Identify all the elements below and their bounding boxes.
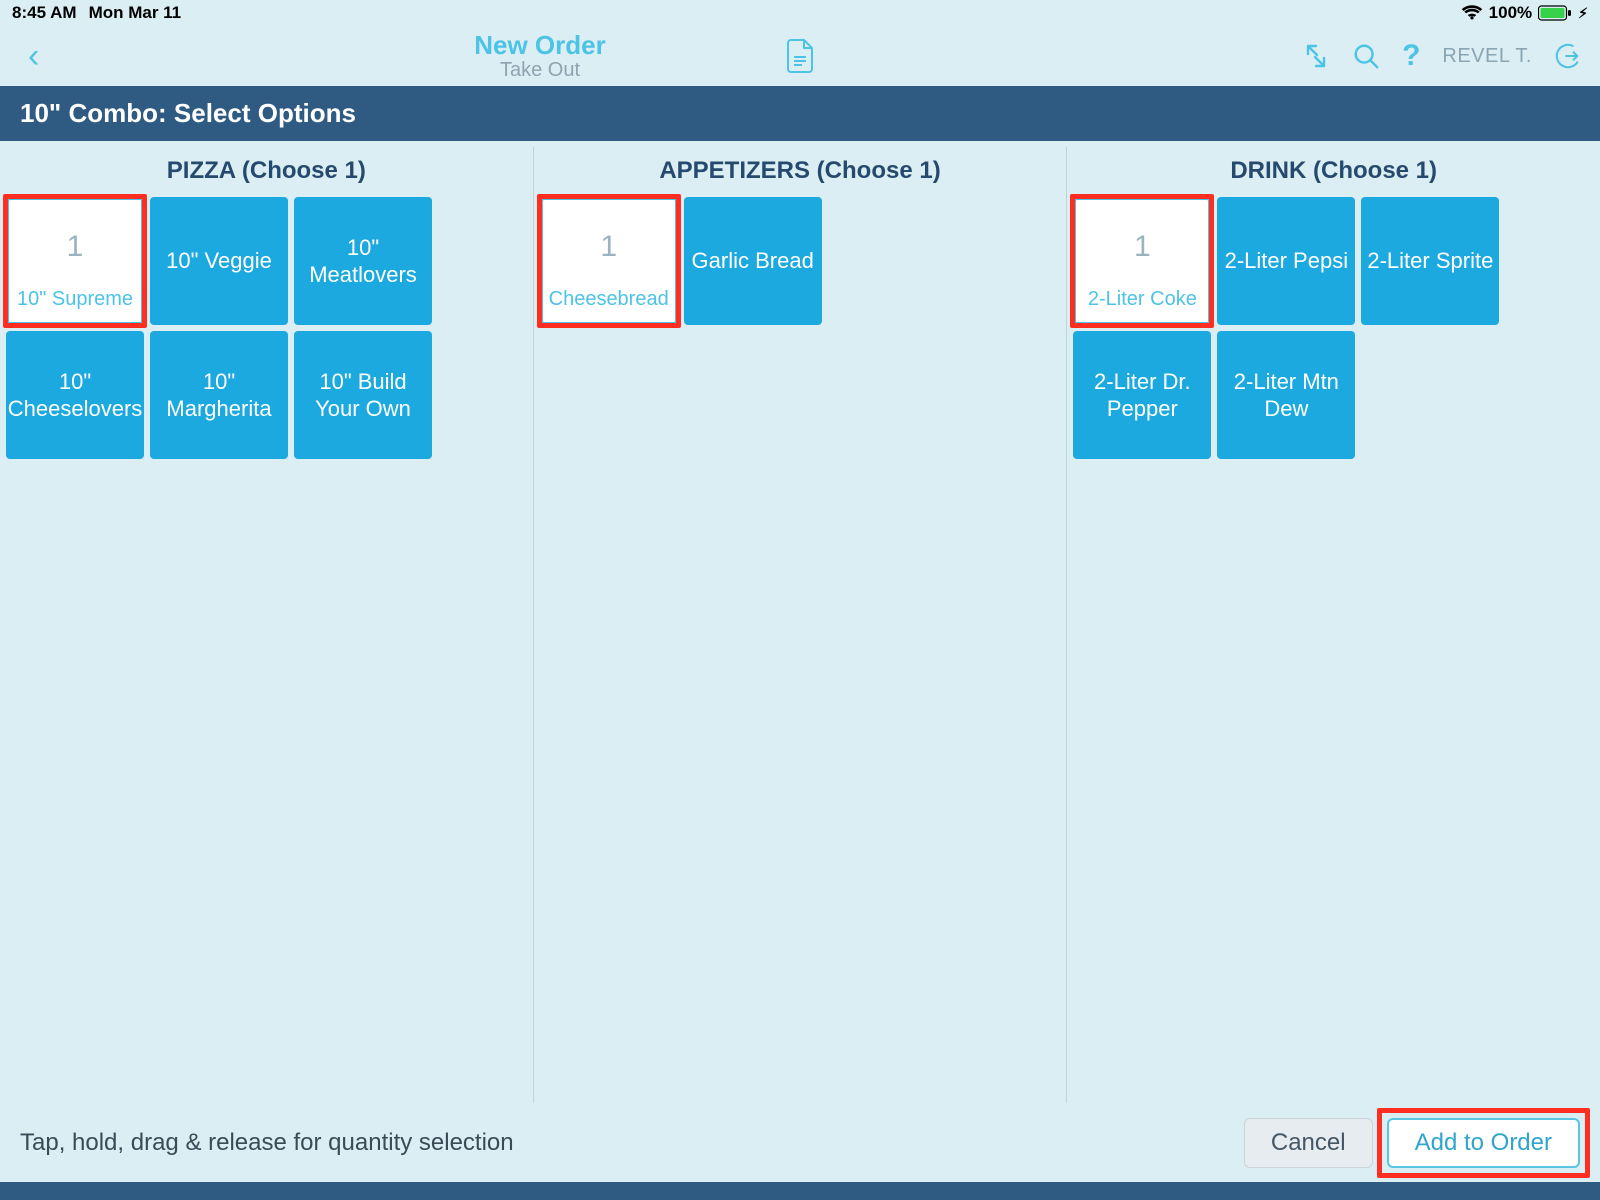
option-tile[interactable]: 110" Supreme <box>6 197 144 325</box>
option-label: Garlic Bread <box>692 247 814 275</box>
option-tile[interactable]: 2-Liter Sprite <box>1361 197 1499 325</box>
footer-strip <box>0 1182 1600 1200</box>
option-label: 10" Build Your Own <box>300 368 426 423</box>
option-label: 2-Liter Pepsi <box>1225 247 1349 275</box>
device-status-bar: 8:45 AM Mon Mar 11 100% ⚡︎ <box>0 0 1600 26</box>
option-tile[interactable]: 10" Meatlovers <box>294 197 432 325</box>
combo-column: APPETIZERS (Choose 1)1CheesebreadGarlic … <box>534 147 1068 1103</box>
option-quantity: 1 <box>1134 206 1151 287</box>
column-header: DRINK (Choose 1) <box>1071 147 1596 197</box>
section-header: 10" Combo: Select Options <box>0 86 1600 141</box>
search-icon[interactable] <box>1352 42 1380 70</box>
column-header: APPETIZERS (Choose 1) <box>538 147 1063 197</box>
option-tile[interactable]: 2-Liter Pepsi <box>1217 197 1355 325</box>
battery-percent: 100% <box>1489 3 1532 23</box>
option-label: 10" Meatlovers <box>300 234 426 289</box>
charging-icon: ⚡︎ <box>1578 5 1588 22</box>
help-button[interactable]: ? <box>1402 39 1420 73</box>
option-tile[interactable]: 2-Liter Mtn Dew <box>1217 331 1355 459</box>
expand-icon[interactable] <box>1302 42 1330 70</box>
add-to-order-button[interactable]: Add to Order <box>1387 1118 1580 1168</box>
option-tile[interactable]: 12-Liter Coke <box>1073 197 1211 325</box>
option-label: Cheesebread <box>549 287 669 316</box>
combo-column: DRINK (Choose 1)12-Liter Coke2-Liter Pep… <box>1067 147 1600 1103</box>
wifi-icon <box>1461 5 1483 21</box>
option-tile[interactable]: 10" Margherita <box>150 331 288 459</box>
quantity-hint: Tap, hold, drag & release for quantity s… <box>20 1129 514 1157</box>
option-label: 10" Veggie <box>166 247 272 275</box>
status-time: 8:45 AM <box>12 3 77 23</box>
option-label: 10" Supreme <box>17 287 133 316</box>
option-quantity: 1 <box>67 206 84 287</box>
option-grid: 110" Supreme 10" Veggie 10" Meatlovers 10" … <box>4 197 529 459</box>
battery-icon <box>1538 5 1572 21</box>
column-header: PIZZA (Choose 1) <box>4 147 529 197</box>
option-label: 2-Liter Mtn Dew <box>1223 368 1349 423</box>
option-tile[interactable]: 1Cheesebread <box>540 197 678 325</box>
option-tile[interactable]: 10" Cheeselovers <box>6 331 144 459</box>
option-tile[interactable]: Garlic Bread <box>684 197 822 325</box>
screen-title: New Order Take Out <box>0 30 1340 82</box>
option-label: 2-Liter Sprite <box>1367 247 1493 275</box>
option-label: 10" Margherita <box>156 368 282 423</box>
combo-columns: PIZZA (Choose 1)110" Supreme10" Veggie10… <box>0 141 1600 1103</box>
status-date: Mon Mar 11 <box>89 3 182 23</box>
option-tile[interactable]: 10" Veggie <box>150 197 288 325</box>
option-grid: 1Cheesebread Garlic Bread <box>538 197 1063 325</box>
document-icon[interactable] <box>786 42 814 70</box>
option-label: 2-Liter Coke <box>1088 287 1197 316</box>
screen-title-sub: Take Out <box>0 59 1340 82</box>
option-label: 10" Cheeselovers <box>8 368 143 423</box>
option-grid: 12-Liter Coke 2-Liter Pepsi 2-Liter Sprite… <box>1071 197 1596 459</box>
combo-column: PIZZA (Choose 1)110" Supreme10" Veggie10… <box>0 147 534 1103</box>
option-tile[interactable]: 10" Build Your Own <box>294 331 432 459</box>
user-name-label[interactable]: REVEL T. <box>1442 45 1532 68</box>
bottom-bar: Tap, hold, drag & release for quantity s… <box>0 1103 1600 1182</box>
option-quantity: 1 <box>600 206 617 287</box>
option-label: 2-Liter Dr. Pepper <box>1079 368 1205 423</box>
cancel-button[interactable]: Cancel <box>1244 1118 1373 1168</box>
logout-icon[interactable] <box>1554 42 1582 70</box>
app-top-bar: ‹ New Order Take Out ? REVEL T. <box>0 26 1600 86</box>
back-button[interactable]: ‹ <box>18 31 49 82</box>
screen-title-main: New Order <box>0 30 1340 61</box>
option-tile[interactable]: 2-Liter Dr. Pepper <box>1073 331 1211 459</box>
